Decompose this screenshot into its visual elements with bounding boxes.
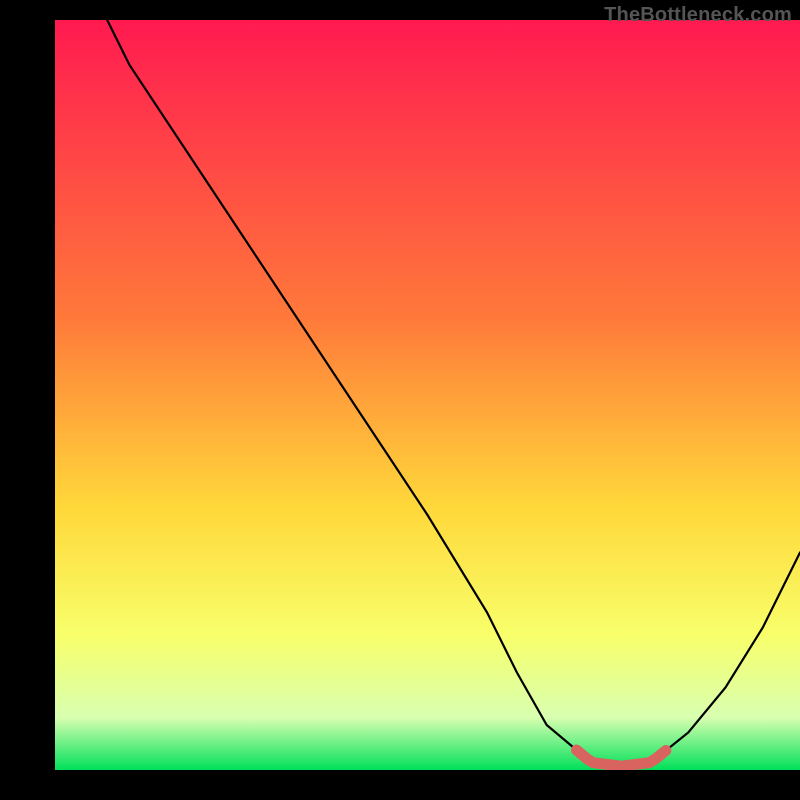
border — [0, 770, 800, 800]
gradient-background — [55, 20, 800, 770]
chart-frame: TheBottleneck.com — [0, 0, 800, 800]
watermark-label: TheBottleneck.com — [604, 4, 792, 27]
bottleneck-chart — [0, 0, 800, 800]
border — [0, 0, 55, 800]
